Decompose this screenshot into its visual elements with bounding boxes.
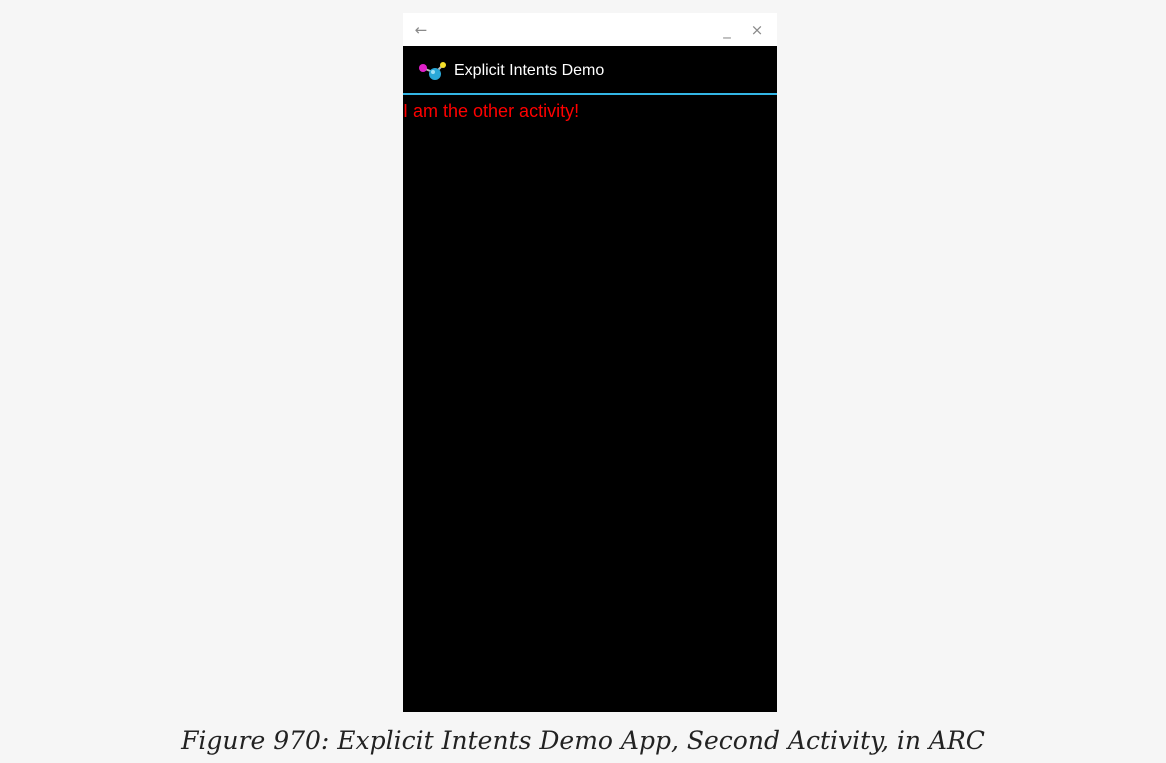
action-bar-divider: [403, 93, 777, 95]
figure-caption: Figure 970: Explicit Intents Demo App, S…: [181, 726, 985, 755]
window-title-bar: ← _ ×: [403, 13, 777, 46]
close-icon[interactable]: ×: [743, 13, 771, 46]
app-title: Explicit Intents Demo: [454, 62, 605, 79]
activity-message: I am the other activity!: [403, 101, 580, 121]
molecule-icon: [419, 62, 446, 80]
back-arrow-icon[interactable]: ←: [407, 13, 435, 46]
minimize-icon[interactable]: _: [713, 13, 741, 46]
